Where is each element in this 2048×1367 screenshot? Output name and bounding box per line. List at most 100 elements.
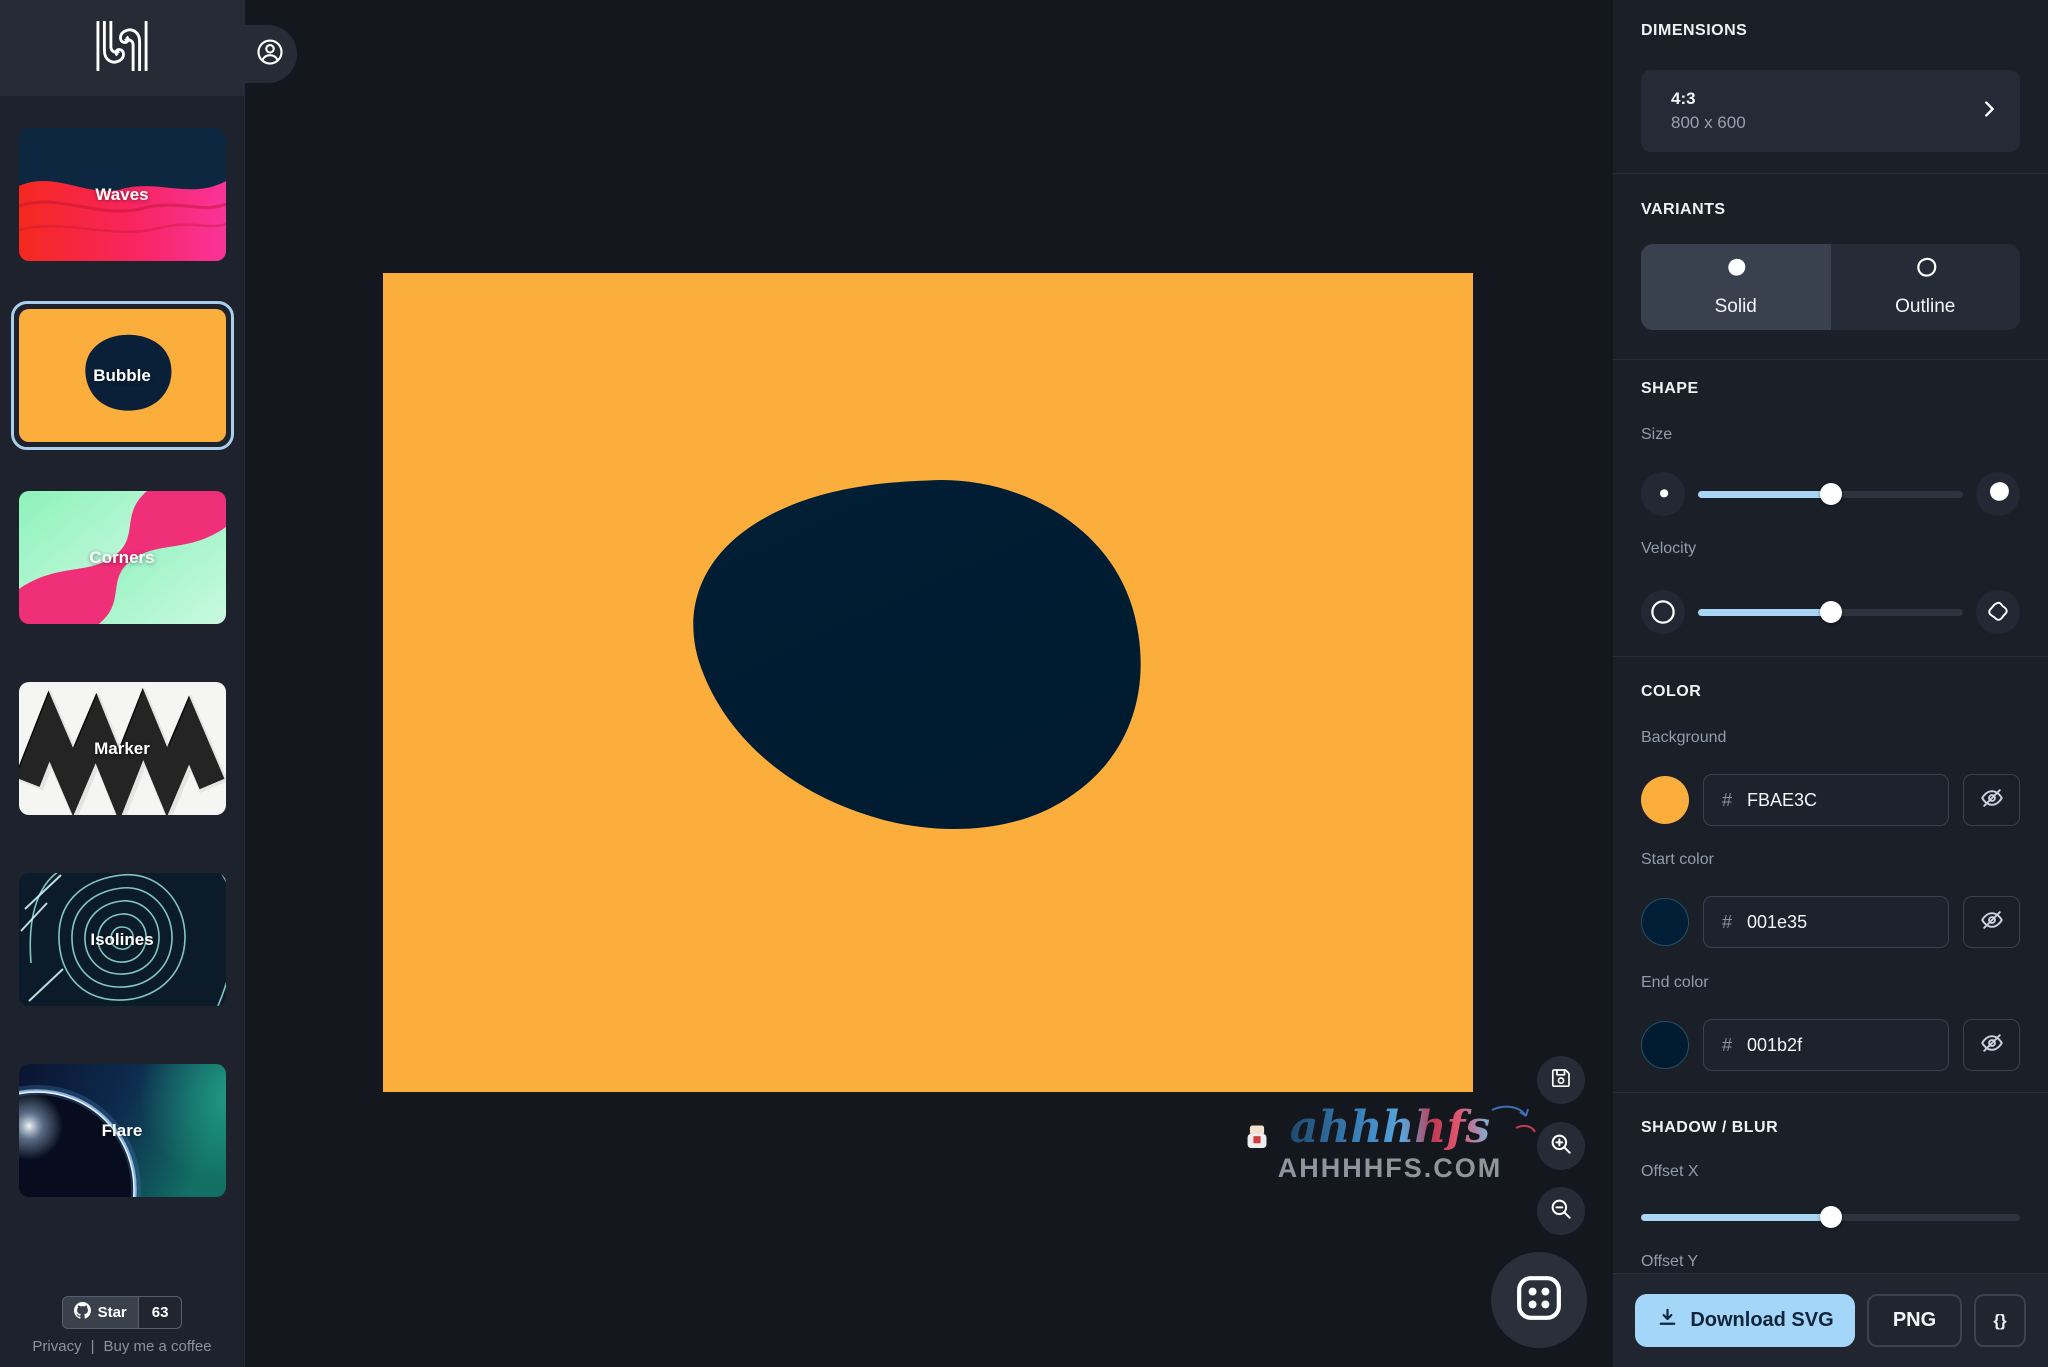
end-color-swatch[interactable] — [1641, 1021, 1689, 1069]
artwork-canvas — [383, 273, 1473, 1092]
variant-label: Solid — [1715, 296, 1757, 318]
canvas-area: ahhhhfs AHHHHFS.COM — [245, 0, 1613, 1367]
eye-off-icon — [1979, 907, 2005, 938]
velocity-slider-track[interactable] — [1698, 609, 1963, 616]
start-hex-input[interactable] — [1747, 912, 1942, 933]
start-color-swatch[interactable] — [1641, 898, 1689, 946]
randomize-button[interactable] — [1491, 1252, 1587, 1348]
start-color-row: # — [1641, 896, 2020, 948]
size-slider-fill — [1698, 491, 1831, 498]
template-label: Flare — [19, 1064, 226, 1197]
start-color-label: Start color — [1641, 851, 2020, 869]
velocity-slider-thumb[interactable] — [1820, 601, 1842, 623]
size-slider-thumb[interactable] — [1820, 483, 1842, 505]
dimensions-size: 800 x 600 — [1671, 113, 1978, 133]
user-icon — [255, 37, 285, 72]
dimensions-heading: DIMENSIONS — [1641, 22, 2020, 40]
size-slider — [1641, 470, 2020, 518]
save-button[interactable] — [1537, 1056, 1585, 1104]
zoom-out-icon — [1548, 1196, 1574, 1227]
background-color-row: # — [1641, 774, 2020, 826]
divider — [1613, 173, 2048, 174]
logo-header — [0, 0, 244, 96]
velocity-slider-fill — [1698, 609, 1831, 616]
template-label: Corners — [19, 491, 226, 624]
download-svg-label: Download SVG — [1690, 1309, 1833, 1332]
end-visibility-button[interactable] — [1963, 1019, 2020, 1071]
variants-heading: VARIANTS — [1641, 201, 2020, 219]
solid-blob-icon — [1722, 256, 1749, 289]
github-star-count: 63 — [139, 1296, 183, 1329]
size-small-blob-icon — [1641, 472, 1685, 516]
sidebar: Waves Bubble — [0, 0, 245, 1367]
github-star-label: Star — [98, 1304, 127, 1321]
background-visibility-button[interactable] — [1963, 774, 2020, 826]
start-hex-field: # — [1703, 896, 1949, 948]
end-hex-field: # — [1703, 1019, 1949, 1071]
divider — [1613, 359, 2048, 360]
copy-code-button[interactable]: {} — [1974, 1294, 2026, 1347]
watermark-scribble-icon — [1486, 1102, 1538, 1147]
background-color-label: Background — [1641, 729, 2020, 747]
template-tile-corners[interactable]: Corners — [19, 491, 226, 624]
size-label: Size — [1641, 426, 2020, 444]
variant-option-outline[interactable]: Outline — [1831, 244, 2021, 330]
zoom-out-button[interactable] — [1537, 1187, 1585, 1235]
template-label: Bubble — [19, 309, 226, 442]
offset-x-slider-thumb[interactable] — [1820, 1206, 1842, 1228]
variant-label: Outline — [1895, 296, 1955, 318]
outline-blob-icon — [1912, 256, 1939, 289]
background-hex-input[interactable] — [1747, 790, 1942, 811]
offset-x-slider-fill — [1641, 1214, 1831, 1221]
template-tile-marker[interactable]: Marker — [19, 682, 226, 815]
velocity-slider — [1641, 588, 2020, 636]
footer-separator: | — [91, 1338, 95, 1355]
template-tile-isolines[interactable]: Isolines — [19, 873, 226, 1006]
template-tile-bubble[interactable]: Bubble — [19, 309, 226, 442]
divider — [1613, 1092, 2048, 1093]
sidebar-footer: Star 63 Privacy | Buy me a coffee — [0, 1296, 244, 1355]
end-hex-input[interactable] — [1747, 1035, 1942, 1056]
app-logo-icon[interactable] — [94, 21, 150, 76]
start-visibility-button[interactable] — [1963, 896, 2020, 948]
github-star-button[interactable]: Star 63 — [62, 1296, 183, 1329]
color-heading: COLOR — [1641, 683, 2020, 701]
watermark-brand: ahhhhfs — [1290, 1106, 1490, 1150]
eye-off-icon — [1979, 1030, 2005, 1061]
shadow-blur-heading: SHADOW / BLUR — [1641, 1119, 2020, 1137]
download-png-button[interactable]: PNG — [1867, 1294, 1962, 1347]
watermark-site: AHHHHFS.COM — [1240, 1153, 1540, 1184]
privacy-link[interactable]: Privacy — [32, 1338, 81, 1355]
hash-prefix: # — [1722, 1035, 1732, 1056]
hash-prefix: # — [1722, 912, 1732, 933]
template-label: Marker — [19, 682, 226, 815]
dimensions-selector[interactable]: 4:3 800 x 600 — [1641, 70, 2020, 152]
velocity-slow-circle-icon — [1641, 590, 1685, 634]
buy-me-a-coffee-link[interactable]: Buy me a coffee — [103, 1338, 211, 1355]
shape-heading: SHAPE — [1641, 380, 2020, 398]
zoom-in-button[interactable] — [1537, 1122, 1585, 1170]
size-large-blob-icon — [1976, 472, 2020, 516]
template-tile-waves[interactable]: Waves — [19, 128, 226, 261]
background-color-swatch[interactable] — [1641, 776, 1689, 824]
divider — [1613, 656, 2048, 657]
hash-prefix: # — [1722, 790, 1732, 811]
chevron-right-icon — [1978, 98, 2000, 125]
offset-x-slider-track[interactable] — [1641, 1214, 2020, 1221]
offset-x-label: Offset X — [1641, 1163, 2020, 1181]
template-tile-flare[interactable]: Flare — [19, 1064, 226, 1197]
download-svg-button[interactable]: Download SVG — [1635, 1294, 1855, 1347]
end-color-row: # — [1641, 1019, 2020, 1071]
watermark-mascot-icon — [1244, 1118, 1270, 1157]
github-icon — [74, 1302, 91, 1323]
end-color-label: End color — [1641, 974, 2020, 992]
velocity-label: Velocity — [1641, 540, 2020, 558]
download-icon — [1656, 1306, 1679, 1335]
template-list: Waves Bubble — [0, 96, 244, 1255]
variant-option-solid[interactable]: Solid — [1641, 244, 1831, 330]
background-hex-field: # — [1703, 774, 1949, 826]
variant-segmented-control: Solid Outline — [1641, 244, 2020, 330]
template-label: Waves — [19, 128, 226, 261]
settings-panel: DIMENSIONS 4:3 800 x 600 VARIANTS Solid — [1613, 0, 2048, 1367]
size-slider-track[interactable] — [1698, 491, 1963, 498]
